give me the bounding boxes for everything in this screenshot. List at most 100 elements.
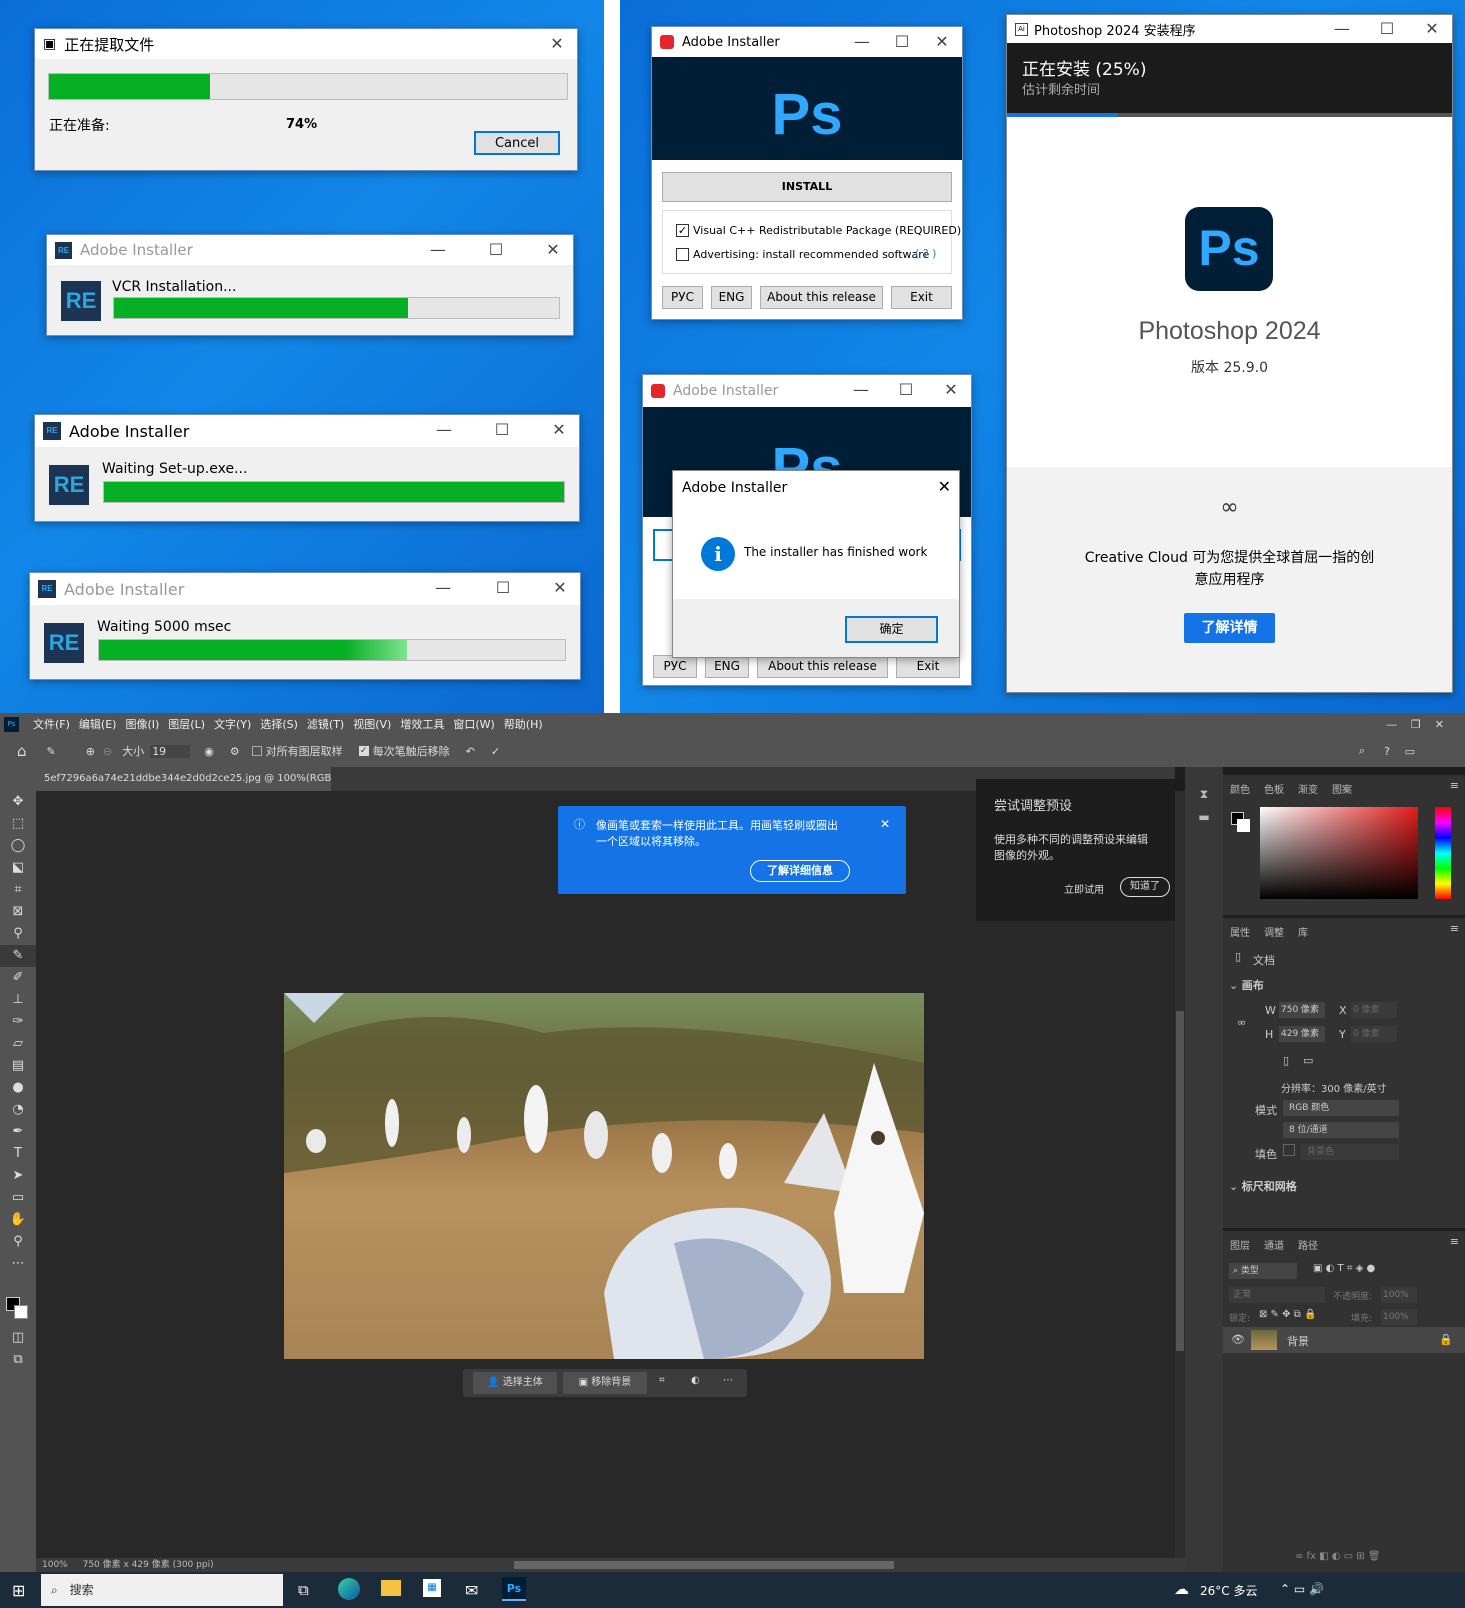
menu-item-8[interactable]: 增效工具 [400, 718, 444, 731]
help-link[interactable]: ( ? ) [915, 247, 936, 260]
maximize-icon[interactable]: ☐ [1367, 15, 1407, 43]
path-select-tool-icon[interactable]: ➤ [0, 1165, 36, 1187]
vertical-scrollbar[interactable] [1175, 791, 1185, 1558]
gear-icon[interactable]: ⚙ [230, 745, 240, 758]
layers-tab-0[interactable]: 图层 [1230, 1241, 1250, 1252]
mode-select[interactable]: RGB 颜色 [1283, 1100, 1399, 1116]
close-icon[interactable]: ✕ [922, 27, 962, 57]
english-button[interactable]: ENG [705, 655, 749, 678]
russian-button[interactable]: РУС [653, 655, 697, 678]
panel-menu-icon[interactable]: ≡ [1450, 922, 1459, 935]
bg-color-swatch[interactable] [1237, 819, 1250, 832]
maximize-icon[interactable]: ☐ [482, 415, 522, 445]
menu-item-4[interactable]: 文字(Y) [214, 718, 251, 731]
crop-icon[interactable]: ⌗ [659, 1375, 665, 1386]
sample-all-checkbox[interactable] [251, 746, 262, 756]
menu-item-5[interactable]: 选择(S) [260, 718, 298, 731]
document-image[interactable] [284, 993, 924, 1359]
rectangle-tool-icon[interactable]: ▭ [0, 1187, 36, 1209]
stamp-tool-icon[interactable]: ⊥ [0, 989, 36, 1011]
crop-tool-icon[interactable]: ⌗ [0, 879, 36, 901]
select-subject-button[interactable]: 👤 选择主体 [473, 1372, 557, 1394]
landscape-icon[interactable]: ▭ [1303, 1054, 1313, 1067]
layer-filter-icons[interactable]: ▣ ◐ T ⌗ ◈ ● [1313, 1263, 1375, 1274]
y-input[interactable]: 0 像素 [1351, 1026, 1397, 1042]
minimize-icon[interactable]: — [1322, 15, 1362, 43]
properties-tab-2[interactable]: 库 [1298, 928, 1308, 939]
layers-tab-2[interactable]: 路径 [1298, 1241, 1318, 1252]
remove-each-checkbox[interactable]: ✓ [358, 746, 369, 756]
background-color-swatch[interactable] [14, 1305, 28, 1319]
panel-menu-icon[interactable]: ≡ [1450, 779, 1459, 792]
english-button[interactable]: ENG [711, 286, 752, 309]
menu-item-1[interactable]: 编辑(E) [79, 718, 117, 731]
close-icon[interactable]: ✕ [533, 235, 573, 265]
fill-select[interactable]: 背景色 [1301, 1144, 1399, 1160]
close-icon[interactable]: ✕ [540, 573, 580, 603]
remove-tool-icon[interactable]: ✎ [47, 745, 56, 758]
remove-tool-icon[interactable]: ✎ [0, 945, 36, 967]
menu-item-10[interactable]: 帮助(H) [504, 718, 543, 731]
close-icon[interactable]: ✕ [1412, 15, 1452, 43]
minimize-icon[interactable]: — [424, 415, 464, 445]
add-mode-icon[interactable]: ⊕ [86, 745, 95, 758]
lock-icons[interactable]: ⊠ ✎ ✥ ⧉ 🔒 [1259, 1309, 1316, 1320]
tray-icons[interactable]: ⌃ ▭ 🔊 [1280, 1582, 1324, 1596]
minimize-icon[interactable]: — [841, 375, 881, 405]
opacity-input[interactable]: 100% [1381, 1287, 1417, 1303]
fill-swatch[interactable] [1283, 1144, 1295, 1156]
portrait-icon[interactable]: ▯ [1283, 1054, 1289, 1067]
close-icon[interactable]: ✕ [537, 29, 577, 59]
about-release-button[interactable]: About this release [757, 655, 888, 678]
size-input[interactable]: 19 [150, 744, 191, 758]
got-it-button[interactable]: 知道了 [1120, 877, 1170, 897]
type-tool-icon[interactable]: T [0, 1143, 36, 1165]
menu-item-9[interactable]: 窗口(W) [453, 718, 494, 731]
color-picker-field[interactable] [1260, 807, 1418, 899]
minimize-icon[interactable]: — [842, 27, 882, 57]
pen-tool-icon[interactable]: ✒ [0, 1121, 36, 1143]
more-icon[interactable]: ⋯ [723, 1375, 733, 1386]
history-brush-tool-icon[interactable]: ✑ [0, 1011, 36, 1033]
about-release-button[interactable]: About this release [760, 286, 883, 309]
close-icon[interactable]: ✕ [880, 817, 890, 831]
close-icon[interactable]: ✕ [539, 415, 579, 445]
minimize-icon[interactable]: — [423, 573, 463, 603]
panel-menu-icon[interactable]: ≡ [1450, 1235, 1459, 1248]
adjust-icon[interactable]: ◐ [691, 1375, 700, 1386]
install-button[interactable]: INSTALL [662, 172, 952, 202]
remove-background-button[interactable]: ▣ 移除背景 [563, 1372, 647, 1394]
depth-select[interactable]: 8 位/通道 [1283, 1122, 1399, 1138]
maximize-icon[interactable]: ☐ [476, 235, 516, 265]
help-icon[interactable]: ? [1384, 745, 1390, 758]
ok-button[interactable]: 确定 [845, 616, 938, 643]
blur-tool-icon[interactable]: ● [0, 1077, 36, 1099]
workspace-icon[interactable]: ▭ [1405, 745, 1415, 758]
check-icon[interactable]: ✓ [491, 745, 500, 758]
task-view-icon[interactable]: ⧉ [298, 1581, 309, 1599]
advert-checkbox[interactable] [676, 248, 689, 261]
exit-button[interactable]: Exit [896, 655, 960, 678]
brush-tool-icon[interactable]: ✐ [0, 967, 36, 989]
tip-learn-more-button[interactable]: 了解详细信息 [750, 860, 850, 882]
eraser-tool-icon[interactable]: ▱ [0, 1033, 36, 1055]
layer-filter-select[interactable]: ⌕ 类型 [1229, 1263, 1297, 1279]
color-tab-2[interactable]: 渐变 [1298, 785, 1318, 796]
russian-button[interactable]: РУС [662, 286, 703, 309]
zoom-tool-icon[interactable]: ⚲ [0, 1231, 36, 1253]
windows-start-icon[interactable]: ⊞ [12, 1581, 25, 1600]
eye-icon[interactable]: 👁 [1231, 1333, 1245, 1346]
close-icon[interactable]: ✕ [938, 477, 951, 496]
blend-mode-select[interactable]: 正常 [1229, 1287, 1325, 1303]
fill-input-2[interactable]: 100% [1381, 1309, 1417, 1325]
color-tab-3[interactable]: 图案 [1332, 785, 1352, 796]
close-icon[interactable]: ✕ [931, 375, 971, 405]
screen-mode-icon[interactable]: ⧉ [0, 1349, 36, 1371]
history-icon[interactable]: ⧗ [1185, 787, 1223, 802]
edge-icon[interactable] [338, 1578, 360, 1600]
home-icon[interactable]: ⌂ [17, 742, 27, 760]
layer-row[interactable]: 👁 背景 🔒 [1223, 1327, 1465, 1353]
menu-item-0[interactable]: 文件(F) [33, 718, 70, 731]
menu-item-3[interactable]: 图层(L) [168, 718, 205, 731]
more-tools-icon[interactable]: ⋯ [0, 1253, 36, 1275]
